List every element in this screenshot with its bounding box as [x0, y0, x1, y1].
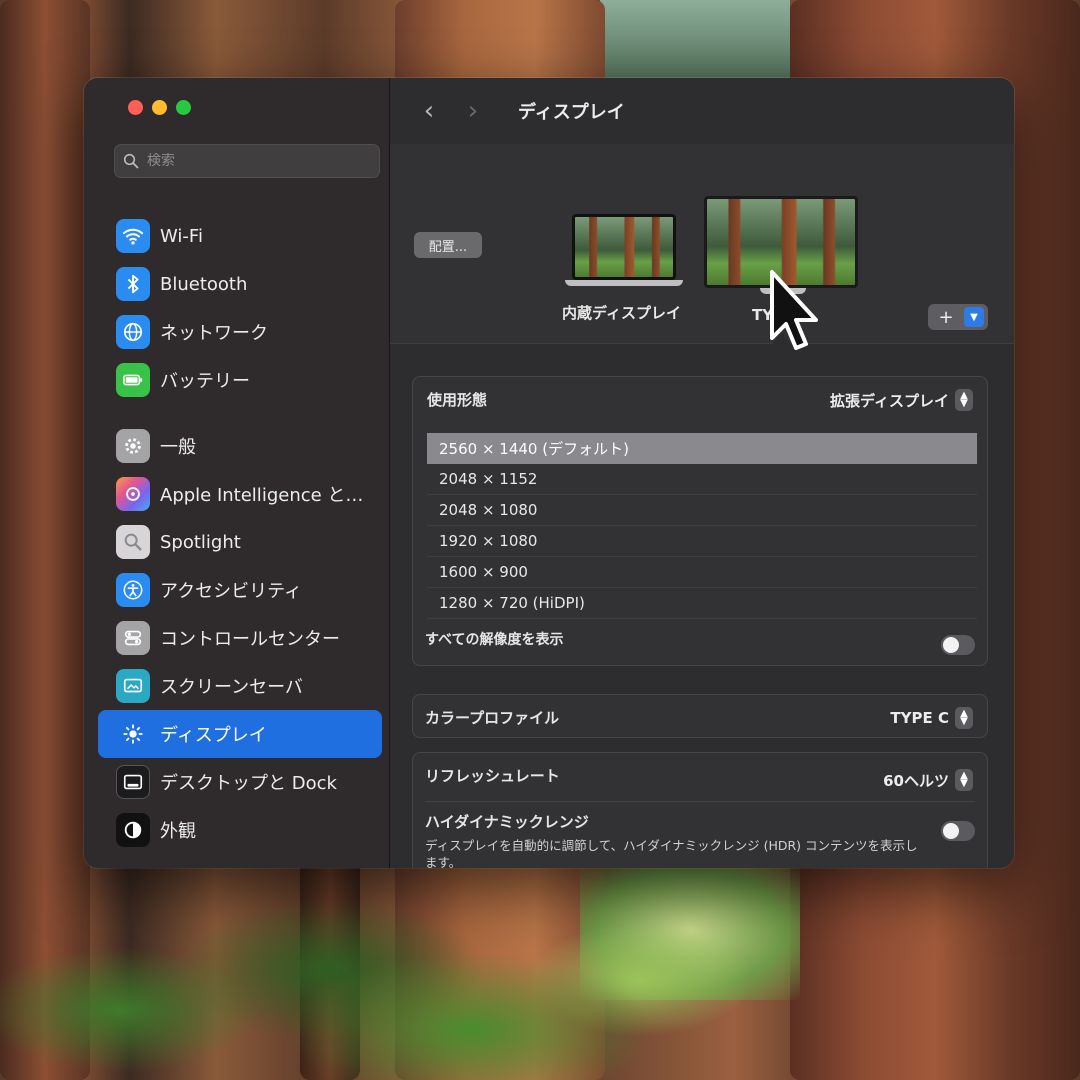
- sidebar-item-general[interactable]: 一般: [98, 422, 382, 470]
- sidebar-item-label: デスクトップと Dock: [160, 773, 337, 794]
- sidebar-item-accessibility[interactable]: アクセシビリティ: [98, 566, 382, 614]
- sidebar-item-battery[interactable]: バッテリー: [98, 356, 382, 404]
- display-arrangement-area: [390, 144, 1014, 344]
- sidebar-item-appearance[interactable]: 外観: [98, 806, 382, 854]
- color-profile-group: カラープロファイル TYPE C ▲ ▼: [412, 694, 988, 738]
- sidebar-item-label: Wi-Fi: [160, 225, 203, 247]
- bluetooth-icon: [116, 267, 150, 301]
- wifi-icon: [116, 219, 150, 253]
- screensaver-icon: [116, 669, 150, 703]
- back-button[interactable]: ‹: [418, 96, 440, 126]
- spotlight-icon: [116, 525, 150, 559]
- internal-display-thumbnail[interactable]: [565, 214, 683, 288]
- search-field[interactable]: [114, 144, 380, 178]
- sidebar-item-bluetooth[interactable]: Bluetooth: [98, 260, 382, 308]
- globe-icon: [116, 315, 150, 349]
- system-settings-window: Wi-Fi Bluetooth ネットワーク バッテリー: [84, 78, 1014, 868]
- accessibility-icon: [116, 573, 150, 607]
- appearance-icon: [116, 813, 150, 847]
- resolution-option[interactable]: 2560 × 1440 (デフォルト): [427, 433, 977, 464]
- wallpaper-sky: [600, 0, 790, 90]
- dock-icon: [116, 765, 150, 799]
- sidebar-item-label: ディスプレイ: [160, 725, 267, 746]
- updown-chevron-icon: ▲ ▼: [955, 389, 973, 411]
- updown-chevron-icon: ▲ ▼: [955, 769, 973, 791]
- minimize-button[interactable]: [152, 100, 167, 115]
- hdr-toggle[interactable]: [941, 821, 975, 841]
- control-center-icon: [116, 621, 150, 655]
- row-divider: [425, 801, 975, 802]
- sidebar-item-label: ネットワーク: [160, 323, 268, 344]
- resolution-option[interactable]: 2048 × 1080: [427, 495, 977, 526]
- color-profile-label: カラープロファイル: [425, 709, 560, 727]
- chevron-down-icon[interactable]: ▼: [964, 307, 984, 327]
- hdr-label: ハイダイナミックレンジ: [425, 813, 589, 831]
- show-all-resolutions-toggle[interactable]: [941, 635, 975, 655]
- sidebar-item-spotlight[interactable]: Spotlight: [98, 518, 382, 566]
- refresh-rate-label: リフレッシュレート: [425, 767, 560, 785]
- sidebar-item-label: アクセシビリティ: [160, 581, 303, 602]
- sidebar-item-label: バッテリー: [160, 371, 250, 392]
- page-title: ディスプレイ: [518, 102, 625, 123]
- sidebar-item-control-center[interactable]: コントロールセンター: [98, 614, 382, 662]
- sidebar: Wi-Fi Bluetooth ネットワーク バッテリー: [84, 78, 390, 868]
- color-profile-popup[interactable]: TYPE C ▲ ▼: [890, 707, 973, 729]
- add-display-button[interactable]: + ▼: [928, 304, 988, 330]
- refresh-rate-popup[interactable]: 60ヘルツ ▲ ▼: [883, 769, 973, 791]
- resolution-option[interactable]: 1920 × 1080: [427, 526, 977, 557]
- laptop-display-icon: [572, 214, 676, 280]
- display-usage-group: 使用形態 拡張ディスプレイ ▲ ▼ 2560 × 1440 (デフォルト) 204…: [412, 376, 988, 666]
- refresh-hdr-group: リフレッシュレート 60ヘルツ ▲ ▼ ハイダイナミックレンジ ディスプレイを自動…: [412, 752, 988, 868]
- sidebar-item-label: 一般: [160, 437, 196, 458]
- close-button[interactable]: [128, 100, 143, 115]
- forward-button[interactable]: ›: [462, 96, 484, 126]
- sidebar-item-displays[interactable]: ディスプレイ: [98, 710, 382, 758]
- sidebar-item-label: 外観: [160, 821, 196, 842]
- sidebar-item-label: Apple Intelligence と…: [160, 485, 364, 506]
- apple-intelligence-icon: [116, 477, 150, 511]
- show-all-resolutions-label: すべての解像度を表示: [425, 632, 564, 648]
- usage-popup[interactable]: 拡張ディスプレイ ▲ ▼: [830, 389, 973, 411]
- search-input[interactable]: [147, 153, 367, 169]
- resolution-option[interactable]: 1600 × 900: [427, 557, 977, 588]
- usage-value: 拡張ディスプレイ: [830, 391, 949, 410]
- updown-chevron-icon: ▲ ▼: [955, 707, 973, 729]
- sidebar-item-apple-intelligence[interactable]: Apple Intelligence と…: [98, 470, 382, 518]
- laptop-base: [565, 280, 683, 286]
- wallpaper-foliage: [0, 860, 1080, 1080]
- resolution-list: 2560 × 1440 (デフォルト) 2048 × 1152 2048 × 1…: [427, 433, 977, 619]
- sidebar-item-desktop-dock[interactable]: デスクトップと Dock: [98, 758, 382, 806]
- sidebar-list: Wi-Fi Bluetooth ネットワーク バッテリー 一般 Apple In…: [98, 212, 382, 854]
- hdr-description: ディスプレイを自動的に調節して、ハイダイナミックレンジ (HDR) コンテンツを…: [425, 838, 918, 868]
- zoom-button[interactable]: [176, 100, 191, 115]
- usage-label: 使用形態: [427, 391, 488, 409]
- sidebar-item-network[interactable]: ネットワーク: [98, 308, 382, 356]
- window-controls: [128, 100, 191, 115]
- sidebar-item-label: Bluetooth: [160, 273, 248, 295]
- toolbar: ‹ › ディスプレイ: [390, 78, 1014, 144]
- sidebar-item-label: Spotlight: [160, 531, 241, 553]
- color-profile-value: TYPE C: [890, 709, 949, 727]
- sidebar-item-label: コントロールセンター: [160, 629, 340, 650]
- arrange-button[interactable]: 配置...: [414, 232, 482, 258]
- battery-icon: [116, 363, 150, 397]
- sidebar-item-wifi[interactable]: Wi-Fi: [98, 212, 382, 260]
- internal-display-label: 内蔵ディスプレイ: [562, 304, 681, 322]
- sidebar-item-label: スクリーンセーバ: [160, 677, 303, 698]
- gear-icon: [116, 429, 150, 463]
- sidebar-item-screensaver[interactable]: スクリーンセーバ: [98, 662, 382, 710]
- display-brightness-icon: [116, 717, 150, 751]
- search-icon: [123, 153, 139, 169]
- main-pane: ‹ › ディスプレイ 配置... 内蔵ディスプレイ TYPE C + ▼ 使用形…: [390, 78, 1014, 868]
- refresh-rate-value: 60ヘルツ: [883, 771, 949, 790]
- resolution-option[interactable]: 2048 × 1152: [427, 464, 977, 495]
- resolution-option[interactable]: 1280 × 720 (HiDPI): [427, 588, 977, 619]
- plus-icon: +: [938, 306, 954, 328]
- mouse-pointer-icon: [770, 270, 818, 350]
